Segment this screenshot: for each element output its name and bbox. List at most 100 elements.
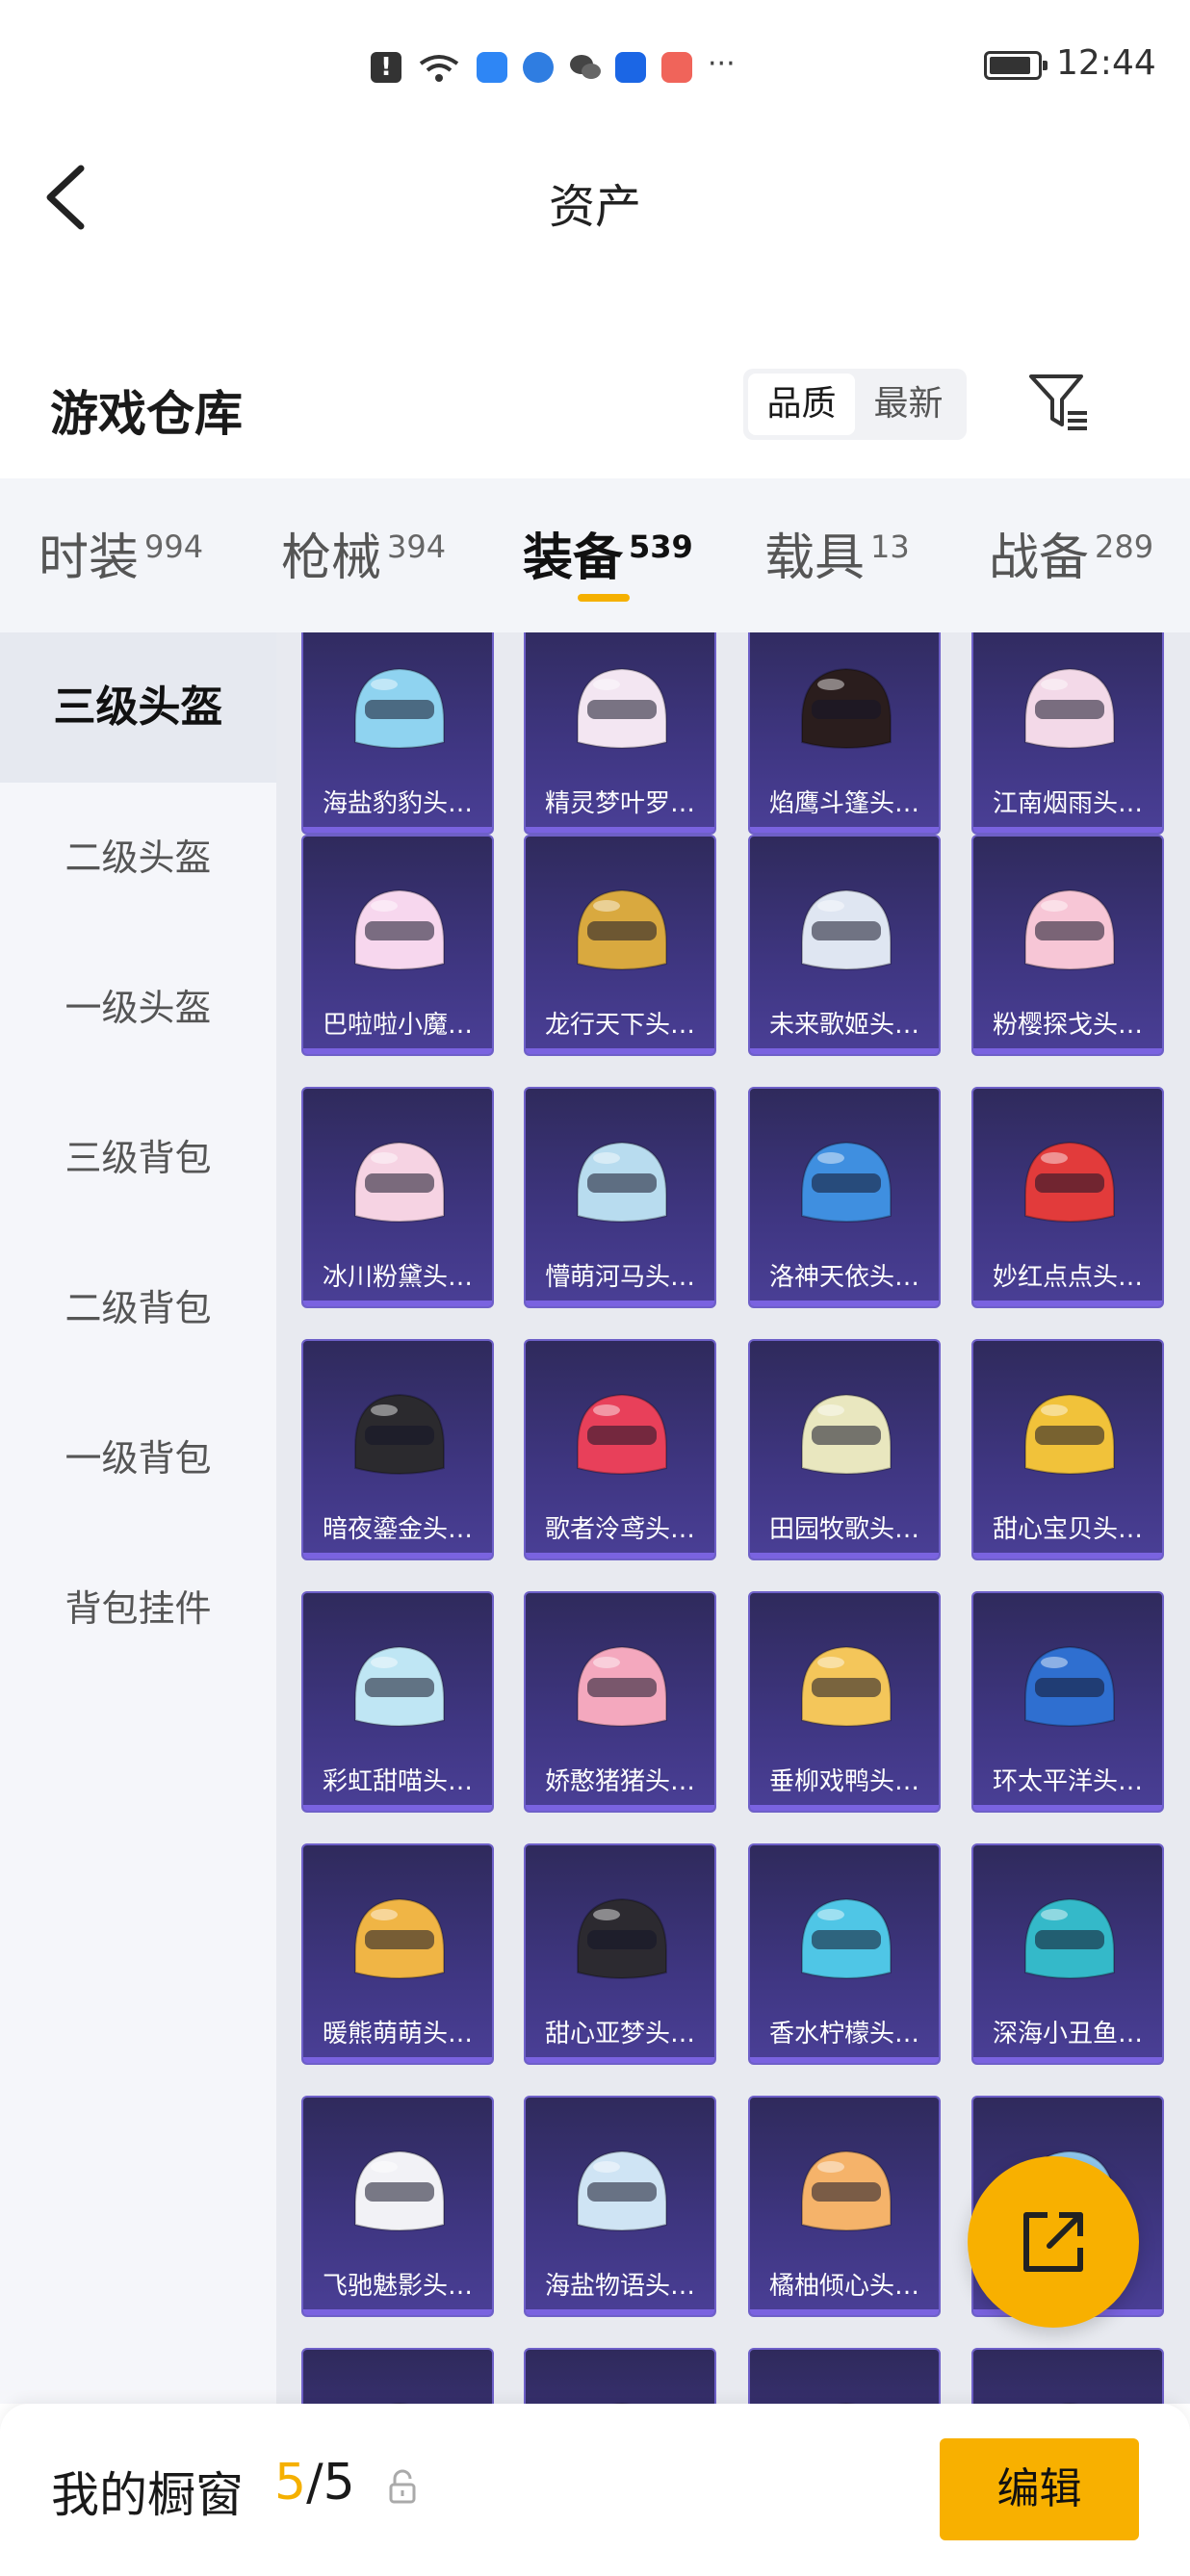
item-card[interactable]: 海盐物语头… xyxy=(524,2096,716,2317)
item-card[interactable]: 橘柚倾心头… xyxy=(748,2096,941,2317)
item-card[interactable]: 甜心亚梦头… xyxy=(524,1843,716,2065)
item-card[interactable]: 焰鹰斗篷头… xyxy=(748,632,941,835)
item-card[interactable]: 田园牧歌头… xyxy=(748,1339,941,1560)
item-card[interactable]: 妙红点点头… xyxy=(971,1087,1164,1308)
sidebar-item-level1-helmet[interactable]: 一级头盔 xyxy=(0,933,276,1083)
helmet-icon xyxy=(801,889,892,970)
item-card[interactable]: 巴啦啦小魔… xyxy=(301,835,494,1056)
item-name: 龙行天下头… xyxy=(544,1011,695,1040)
tab-fashion[interactable]: 时装 994 xyxy=(39,517,203,589)
item-card[interactable]: 粉樱探戈头… xyxy=(971,835,1164,1056)
category-tabs: 时装 994 枪械 394 装备 539 载具 13 战备 289 xyxy=(0,478,1190,632)
item-grid: 海盐豹豹头… 精灵梦叶罗… 焰鹰斗篷头… 江南烟雨头… 巴啦啦小魔… 龙行天下头… 未来歌姬… xyxy=(276,632,1190,2404)
sidebar-item-level2-backpack[interactable]: 二级背包 xyxy=(0,1233,276,1383)
item-card[interactable] xyxy=(301,2348,494,2404)
helmet-icon xyxy=(1024,889,1115,970)
item-card[interactable]: 彩虹甜喵头… xyxy=(301,1591,494,1813)
helmet-icon xyxy=(801,1645,892,1727)
item-name: 暗夜鎏金头… xyxy=(322,1515,473,1544)
tab-count: 394 xyxy=(387,528,447,565)
sidebar-item-level3-helmet[interactable]: 三级头盔 xyxy=(0,632,276,783)
lock-icon xyxy=(389,2469,416,2504)
item-card[interactable]: 垂柳戏鸭头… xyxy=(748,1591,941,1813)
showcase-current: 5 xyxy=(274,2454,307,2512)
sort-toggle: 品质 最新 xyxy=(743,369,967,440)
item-card[interactable]: 娇憨猪猪头… xyxy=(524,1591,716,1813)
item-card[interactable]: 甜心宝贝头… xyxy=(971,1339,1164,1560)
sidebar-item-backpack-charm[interactable]: 背包挂件 xyxy=(0,1533,276,1684)
item-card[interactable]: 未来歌姬头… xyxy=(748,835,941,1056)
item-name: 歌者泠鸢头… xyxy=(544,1515,695,1544)
page-title: 资产 xyxy=(548,180,641,234)
wechat-icon xyxy=(569,52,601,83)
bulb-icon xyxy=(615,52,646,83)
item-name: 江南烟雨头… xyxy=(992,789,1143,818)
cloud-icon xyxy=(477,52,507,83)
helmet-icon xyxy=(1024,1645,1115,1727)
helmet-icon xyxy=(801,1897,892,1979)
item-name: 懵萌河马头… xyxy=(544,1263,695,1292)
item-card[interactable]: 香水柠檬头… xyxy=(748,1843,941,2065)
helmet-icon xyxy=(577,889,667,970)
helmet-icon xyxy=(354,1141,445,1223)
showcase-max: 5 xyxy=(323,2454,355,2512)
item-name: 甜心宝贝头… xyxy=(992,1515,1143,1544)
helmet-icon xyxy=(354,1393,445,1475)
item-card[interactable]: 深海小丑鱼… xyxy=(971,1843,1164,2065)
item-card[interactable]: 歌者泠鸢头… xyxy=(524,1339,716,1560)
item-name: 香水柠檬头… xyxy=(768,2020,919,2048)
sort-quality-button[interactable]: 品质 xyxy=(748,374,855,435)
item-card[interactable]: 环太平洋头… xyxy=(971,1591,1164,1813)
helmet-icon xyxy=(577,1897,667,1979)
item-name: 飞驰魅影头… xyxy=(322,2272,473,2301)
tab-weapons[interactable]: 枪械 394 xyxy=(281,517,446,589)
item-card[interactable]: 海盐豹豹头… xyxy=(301,632,494,835)
helmet-icon xyxy=(801,1141,892,1223)
tab-label: 时装 xyxy=(39,529,140,587)
sort-newest-button[interactable]: 最新 xyxy=(855,374,962,435)
item-name: 深海小丑鱼… xyxy=(992,2020,1143,2048)
edit-button[interactable]: 编辑 xyxy=(940,2438,1139,2540)
item-card[interactable]: 暖熊萌萌头… xyxy=(301,1843,494,2065)
tab-count: 13 xyxy=(870,528,910,565)
item-card[interactable] xyxy=(748,2348,941,2404)
item-card[interactable]: 暗夜鎏金头… xyxy=(301,1339,494,1560)
item-name: 环太平洋头… xyxy=(992,1767,1143,1796)
sidebar-item-level3-backpack[interactable]: 三级背包 xyxy=(0,1083,276,1233)
item-card[interactable]: 懵萌河马头… xyxy=(524,1087,716,1308)
tab-supplies[interactable]: 战备 289 xyxy=(989,517,1153,589)
helmet-icon xyxy=(577,1393,667,1475)
tab-count: 289 xyxy=(1095,528,1154,565)
item-card[interactable] xyxy=(524,2348,716,2404)
sidebar-item-level1-backpack[interactable]: 一级背包 xyxy=(0,1383,276,1533)
item-card[interactable]: 江南烟雨头… xyxy=(971,632,1164,835)
item-card[interactable] xyxy=(971,2348,1164,2404)
tab-label: 枪械 xyxy=(281,529,382,587)
helmet-icon xyxy=(354,889,445,970)
item-card[interactable]: 精灵梦叶罗… xyxy=(524,632,716,835)
item-name: 洛神天依头… xyxy=(768,1263,919,1292)
tab-vehicles[interactable]: 载具 13 xyxy=(764,517,910,589)
helmet-icon xyxy=(354,667,445,749)
item-card[interactable]: 龙行天下头… xyxy=(524,835,716,1056)
helmet-icon xyxy=(801,2150,892,2231)
item-card[interactable]: 洛神天依头… xyxy=(748,1087,941,1308)
status-bar: ! ··· 12:44 xyxy=(0,0,1190,135)
helmet-icon xyxy=(577,1141,667,1223)
item-name: 巴啦啦小魔… xyxy=(322,1011,473,1040)
tab-label: 战备 xyxy=(989,529,1090,587)
tab-equipment[interactable]: 装备 539 xyxy=(523,517,693,589)
item-name: 海盐物语头… xyxy=(544,2272,695,2301)
helmet-icon xyxy=(612,2402,632,2404)
sidebar-item-level2-helmet[interactable]: 二级头盔 xyxy=(0,783,276,933)
status-icons: ! ··· xyxy=(371,48,746,87)
share-button[interactable] xyxy=(968,2156,1139,2328)
item-name: 冰川粉黛头… xyxy=(322,1263,473,1292)
alert-icon: ! xyxy=(371,52,401,83)
filter-button[interactable] xyxy=(1025,369,1093,436)
item-card[interactable]: 冰川粉黛头… xyxy=(301,1087,494,1308)
helmet-icon xyxy=(577,667,667,749)
item-name: 粉樱探戈头… xyxy=(992,1011,1143,1040)
item-card[interactable]: 飞驰魅影头… xyxy=(301,2096,494,2317)
helmet-icon xyxy=(1024,1393,1115,1475)
